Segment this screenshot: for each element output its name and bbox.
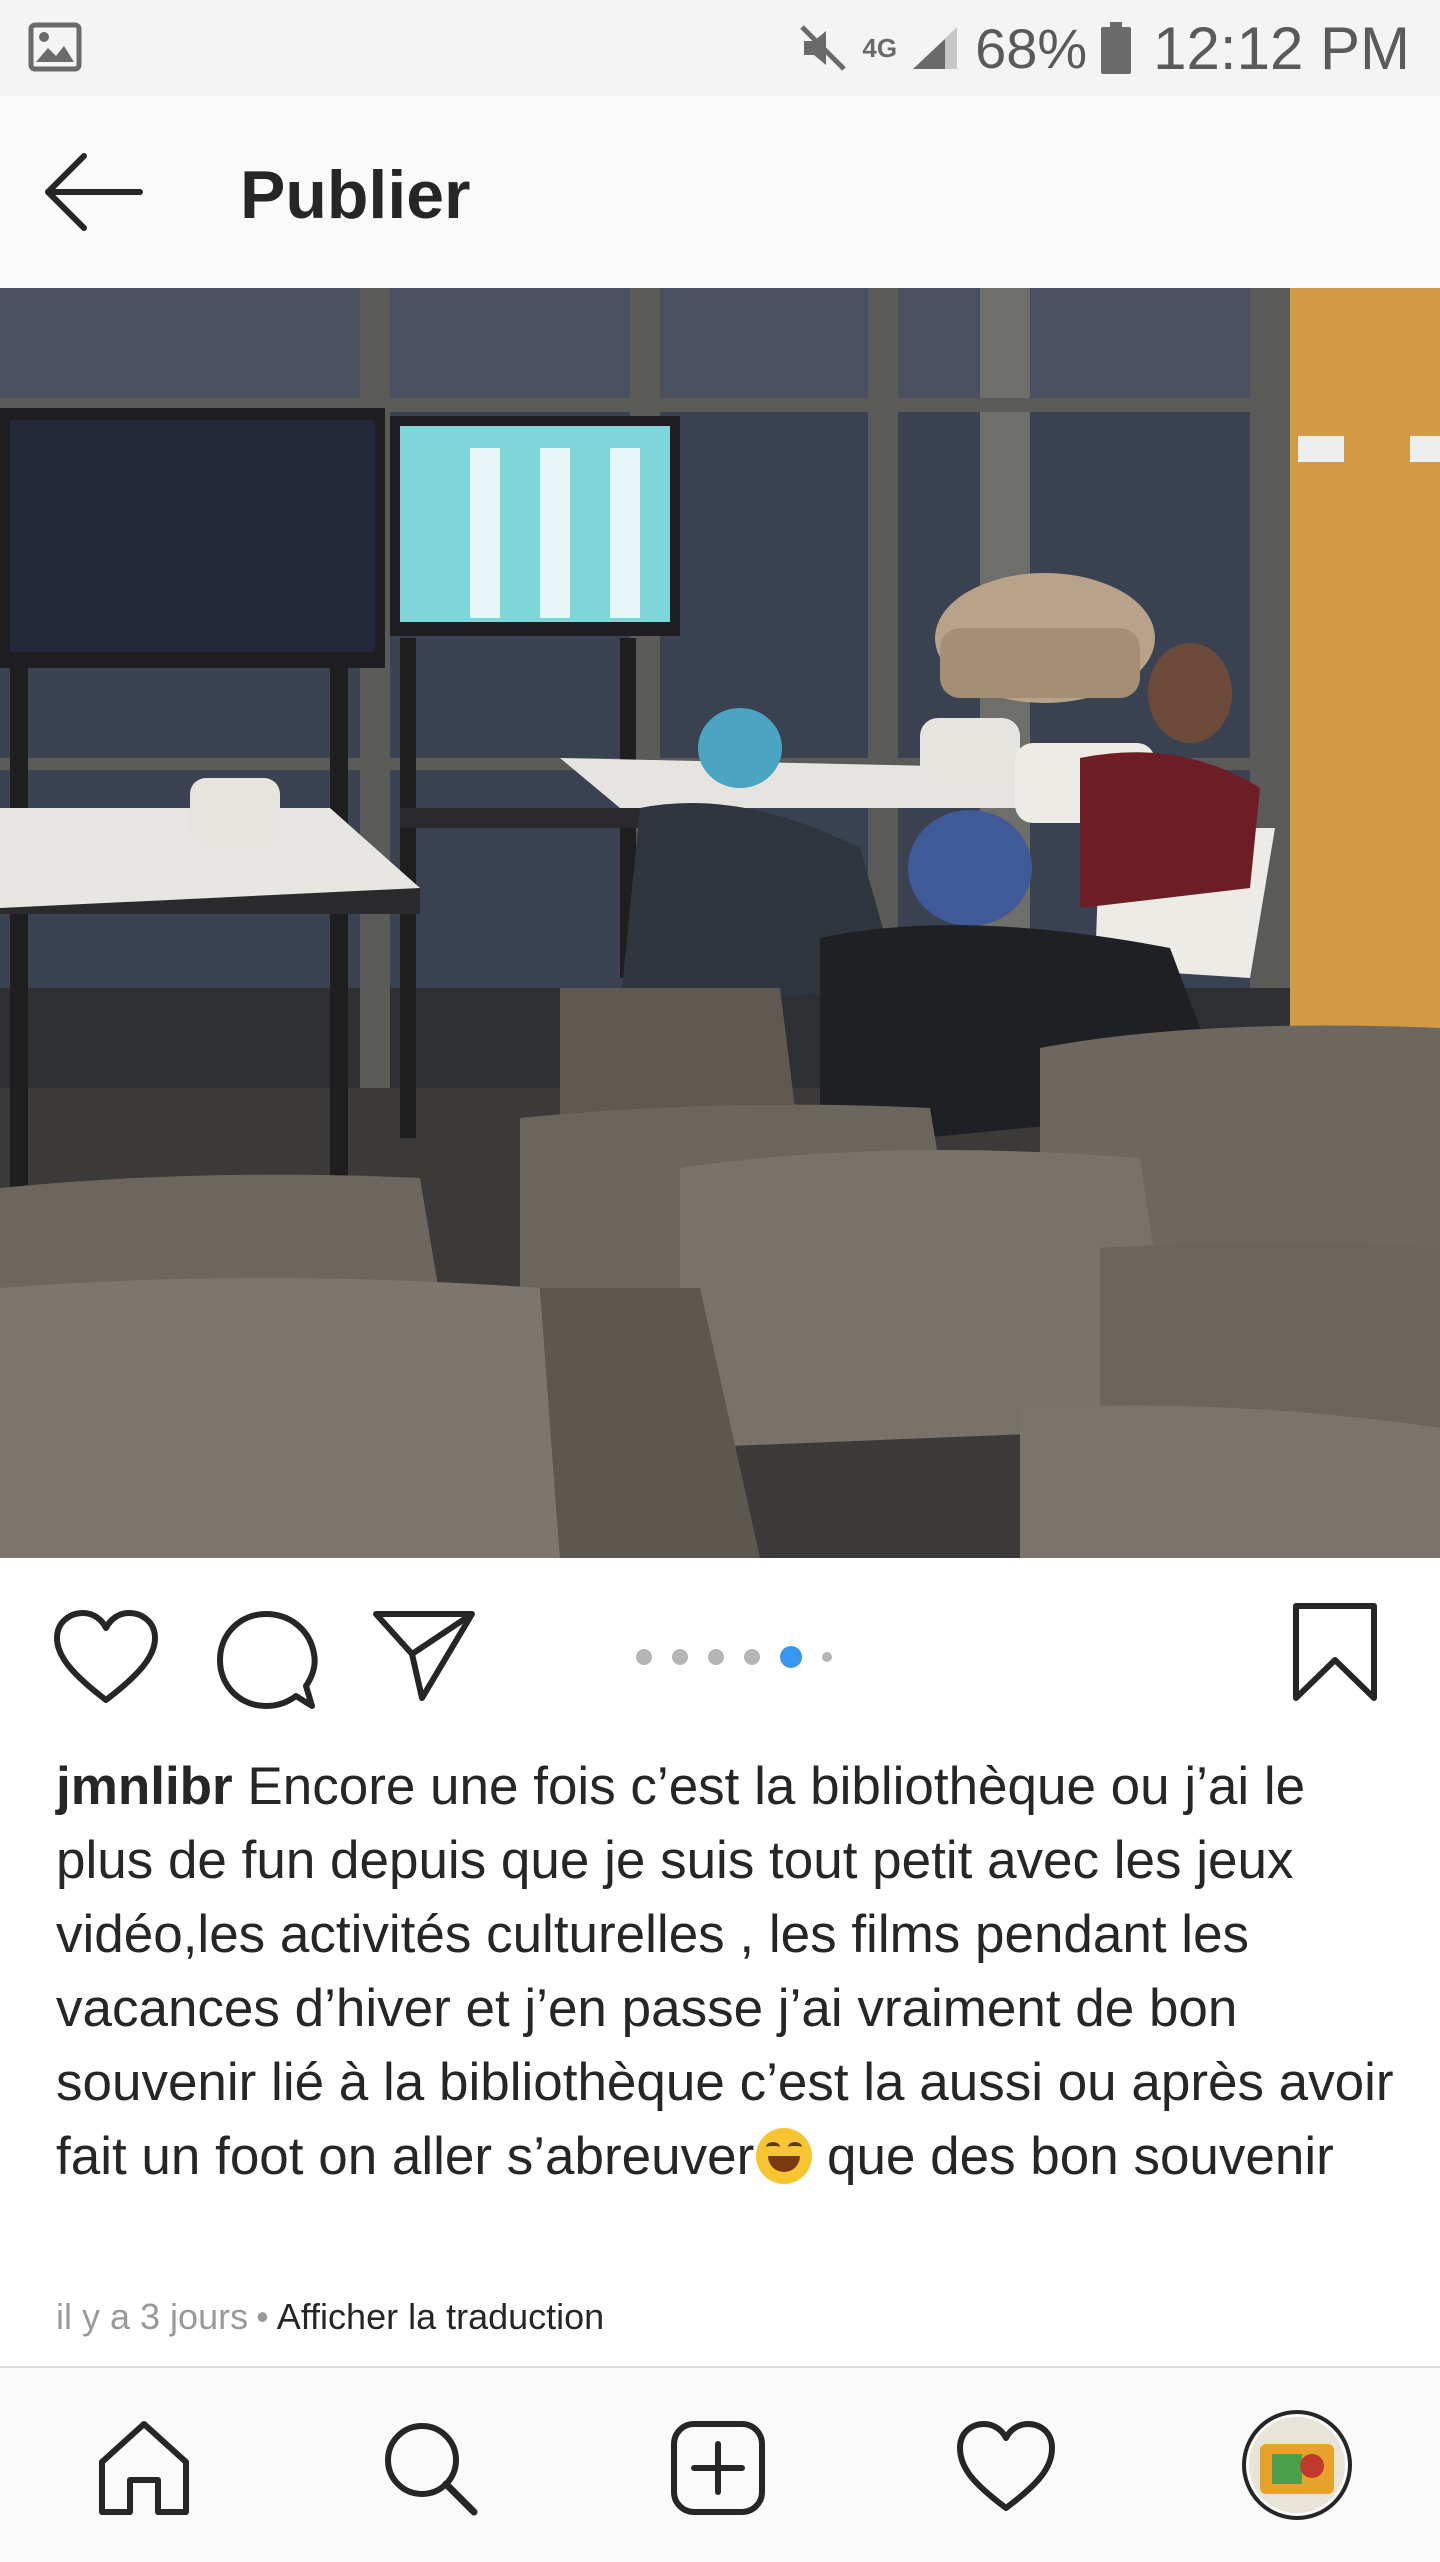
page-title: Publier (240, 157, 471, 233)
heart-icon[interactable] (52, 1608, 160, 1708)
carousel-dot (708, 1649, 724, 1665)
battery-percent: 68% (975, 16, 1088, 80)
mute-icon (800, 25, 847, 71)
add-icon[interactable] (668, 2418, 768, 2518)
caption-text-end: que des bon souvenir (812, 2127, 1334, 2186)
carousel-dot (672, 1649, 688, 1665)
gallery-icon (28, 22, 82, 72)
home-icon[interactable] (94, 2418, 194, 2518)
bookmark-icon[interactable] (1290, 1600, 1380, 1704)
carousel-dot (744, 1649, 760, 1665)
heart-icon[interactable] (956, 2418, 1056, 2518)
post-actions (0, 1558, 1440, 1738)
post-meta: il y a 3 jours • Afficher la traduction (56, 2296, 604, 2338)
photo-illustration (0, 288, 1440, 1558)
app-header: Publier (0, 96, 1440, 290)
network-type: 4G (862, 33, 898, 63)
search-icon[interactable] (380, 2418, 480, 2518)
caption-text: Encore une fois c’est la bibliothèque ou… (56, 1757, 1394, 2186)
post-caption: jmnlibr Encore une fois c’est la bibliot… (56, 1750, 1396, 2194)
comment-icon[interactable] (214, 1608, 318, 1712)
status-bar: 4G 68% 12:12 PM (0, 0, 1440, 96)
carousel-dot (822, 1652, 832, 1662)
avatar-image (1249, 2417, 1345, 2513)
profile-avatar[interactable] (1242, 2410, 1352, 2520)
signal-icon (913, 27, 958, 69)
clock: 12:12 PM (1153, 14, 1410, 82)
bottom-nav (0, 2366, 1440, 2562)
post-image[interactable] (0, 288, 1440, 1558)
translate-link[interactable]: Afficher la traduction (277, 2296, 605, 2337)
meta-separator: • (256, 2296, 269, 2337)
carousel-dot-active (780, 1646, 802, 1668)
post-timestamp: il y a 3 jours (56, 2296, 249, 2337)
send-icon[interactable] (372, 1608, 476, 1704)
tears-of-joy-emoji-icon (756, 2128, 813, 2184)
battery-icon (1101, 22, 1132, 74)
arrow-left-icon[interactable] (40, 150, 150, 234)
username-link[interactable]: jmnlibr (56, 1757, 247, 1816)
carousel-dot (636, 1649, 652, 1665)
carousel-indicator (636, 1646, 832, 1668)
